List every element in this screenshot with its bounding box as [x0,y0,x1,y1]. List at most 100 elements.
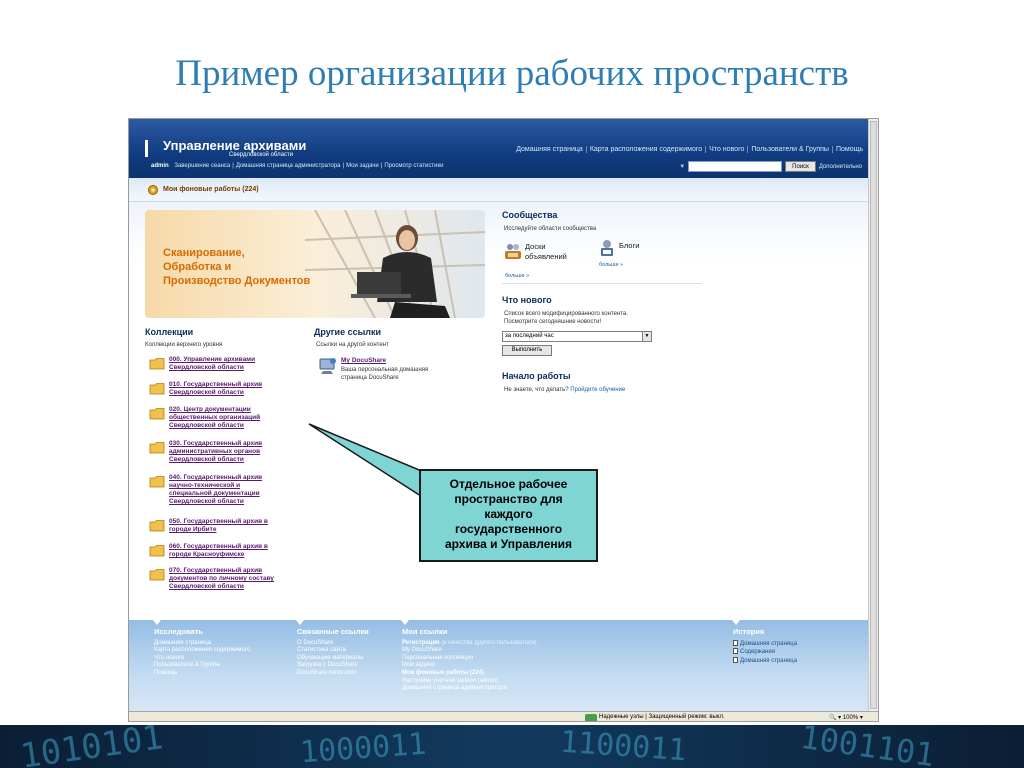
collections-title: Коллекции [145,327,194,337]
footer-link[interactable]: Домашняя страница [154,640,250,648]
divider [502,283,702,284]
footer-link[interactable]: Содержания [733,648,797,657]
other-links-title: Другие ссылки [314,327,382,337]
footer-link[interactable]: Домашняя страница [733,639,797,649]
folder-icon [149,569,165,581]
collection-item[interactable]: 010. Государственный архив Свердловской о… [149,381,297,397]
collection-label: 030. Государственный архив административн… [169,440,263,463]
binary-decoration: 1001101 [798,725,937,768]
folder-icon [149,383,165,395]
chevron-down-icon[interactable]: ▼ [642,332,651,341]
stats-link[interactable]: Просмотр статистики [382,163,445,169]
collection-item[interactable]: 020. Центр документации общественных орга… [149,406,297,430]
footer-link[interactable]: Загрузка с DocuShare [297,662,369,670]
collection-item[interactable]: 060. Государственный архив в городе Красн… [149,543,297,559]
blogs-more-link[interactable]: больше » [599,262,623,268]
collection-label: 070. Государственный архив документов по … [169,567,275,590]
vertical-scrollbar[interactable] [868,119,878,711]
binary-decoration: 1100011 [558,725,688,768]
binary-decoration: 1000011 [298,726,428,768]
footer-link[interactable]: Домашняя страница администратора [402,685,537,693]
collection-item[interactable]: 000. Управление архивами Свердловской обл… [149,356,297,372]
other-links-subtitle: Ссылки на другой контент [316,342,389,348]
header-mark [145,140,148,157]
collection-label: 020. Центр документации общественных орга… [169,406,261,429]
footer-related: Связанные ссылки О DocuShare Статистика … [297,627,369,678]
gear-icon [147,183,159,195]
workspace-callout: Отдельное рабочее пространство для каждого… [419,469,598,562]
page-icon [733,639,738,646]
top-navigation: Домашняя страница Карта расположения соде… [513,146,866,153]
footer-link[interactable]: Мои задачи [402,662,537,670]
footer-link[interactable]: Мои фоновые работы (224) [402,670,537,678]
brand-title: Управление архивами [163,138,307,153]
footer-link[interactable]: Что нового [154,655,250,663]
folder-icon [149,442,165,454]
communities-title: Сообщества [502,210,558,220]
footer-link[interactable]: Обучающие материалы [297,655,369,663]
security-zone-text: Надежные узлы | Защищенный режим: выкл. [599,714,725,720]
footer-link[interactable]: Статистика сайта [297,647,369,655]
brand-subtitle: Свердловской области [229,152,294,158]
run-button[interactable]: Выполнить [502,345,552,356]
footer-my-links: Мои ссылки Регистрация (в качестве друго… [402,627,537,693]
folder-icon [149,476,165,488]
footer-link[interactable]: Настройки учетной записи (admin) [402,678,537,686]
whats-new-desc: Список всего модифицированного контента.… [504,311,628,325]
user-name[interactable]: admin [149,163,171,169]
search-button[interactable]: Поиск [785,161,816,172]
collection-item[interactable]: 050. Государственный архив в городе Ирбит… [149,518,297,534]
blogs-link[interactable]: Блоги [619,242,639,250]
collection-item[interactable]: 070. Государственный архив документов по … [149,567,297,591]
nav-home[interactable]: Домашняя страница [513,146,586,153]
collection-item[interactable]: 040. Государственный архив научно-техниче… [149,474,297,506]
nav-help[interactable]: Помощь [831,146,866,153]
footer-notch [401,620,409,625]
footer-link[interactable]: Персональная коллекция [402,655,537,663]
collection-item[interactable]: 030. Государственный архив административн… [149,440,297,464]
bulletin-board-icon [505,244,521,259]
search-scope-caret-icon[interactable]: ▼ [679,164,685,170]
page-icon [733,656,738,663]
search-input[interactable] [688,161,783,172]
bulletin-boards-link[interactable]: Доски объявлений [525,242,567,262]
footer-link[interactable]: Карта расположения содержимого [154,647,250,655]
mydocushare-desc: Ваша персональная домашняя страница DocuS… [341,367,429,381]
zoom-level[interactable]: 🔍 ▾ 100% ▾ [829,714,863,721]
trusted-zone-icon [585,714,597,721]
background-jobs-link[interactable]: Мои фоновые работы (224) [163,186,259,193]
advanced-search-link[interactable]: Дополнительно [819,164,862,170]
getting-started-text: Не знаете, что делать? Пройдите обучение [504,387,626,393]
decorative-footer-band: 1010101 1000011 1100011 1001101 [0,725,1024,768]
time-range-select[interactable]: за последний час ▼ [502,331,652,342]
my-tasks-link[interactable]: Мои задачи [344,163,381,169]
footer-notch [153,620,161,625]
whats-new-title: Что нового [502,295,552,305]
collection-label: 060. Государственный архив в городе Красн… [169,543,268,558]
mydocushare-link[interactable]: My DocuShare [341,357,386,365]
background-jobs-bar: Мои фоновые работы (224) [129,178,870,202]
nav-sitemap[interactable]: Карта расположения содержимого [585,146,706,153]
nav-users-groups[interactable]: Пользователи & Группы [747,146,832,153]
folder-icon [149,545,165,557]
footer-link[interactable]: Домашняя страница [733,656,797,666]
footer-link[interactable]: DocuShare.xerox.com [297,670,369,678]
folder-icon [149,358,165,370]
footer-register-row[interactable]: Регистрация (в качестве другого пользова… [402,640,537,648]
slide-title: Пример организации рабочих пространств [175,53,849,94]
banner-text: Сканирование, Обработка и Производство Док… [163,247,311,287]
admin-home-link[interactable]: Домашняя страница администратора [234,163,343,169]
promo-banner: Сканирование, Обработка и Производство Док… [145,210,485,318]
page-footer: Исследовать Домашняя страница Карта расп… [129,620,870,711]
footer-notch [732,620,740,625]
scrollbar-thumb[interactable] [870,121,877,709]
footer-link[interactable]: Помощь [154,670,250,678]
boards-more-link[interactable]: больше » [505,273,529,279]
binary-decoration: 1010101 [17,725,166,768]
footer-link[interactable]: My DocuShare [402,647,537,655]
footer-explore: Исследовать Домашняя страница Карта расп… [154,627,251,678]
training-link[interactable]: Пройдите обучение [570,387,625,393]
nav-whats-new[interactable]: Что нового [705,146,748,153]
footer-link[interactable]: Пользователи & Группы [154,662,250,670]
logout-link[interactable]: Завершение сеанса [172,163,232,169]
